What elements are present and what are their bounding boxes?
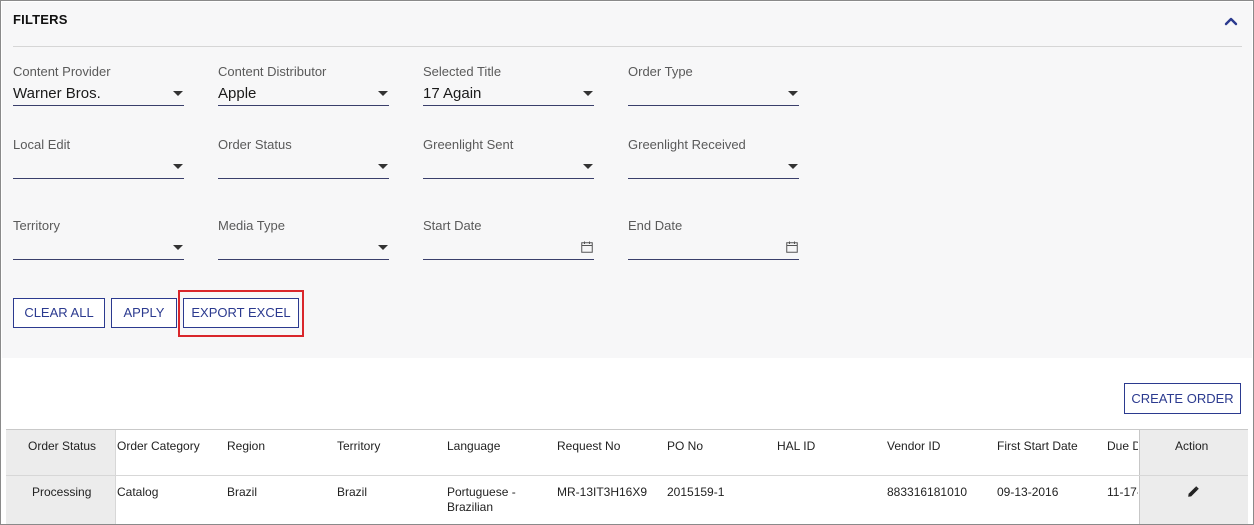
start-date-field: Start Date [423, 218, 594, 266]
dropdown-arrow-icon [583, 91, 593, 96]
header-language[interactable]: Language [447, 439, 500, 453]
dropdown-arrow-icon [173, 245, 183, 250]
calendar-icon[interactable] [581, 241, 593, 253]
collapse-filters-button[interactable] [1222, 12, 1240, 30]
header-region[interactable]: Region [227, 439, 265, 453]
greenlight-received-label: Greenlight Received [628, 137, 746, 152]
content-distributor-label: Content Distributor [218, 64, 327, 79]
territory-field: Territory [13, 218, 184, 266]
header-request-no[interactable]: Request No [557, 439, 620, 453]
order-status-field: Order Status [218, 137, 389, 185]
selected-title-value: 17 Again [423, 85, 482, 102]
greenlight-received-select[interactable] [628, 155, 799, 179]
local-edit-label: Local Edit [13, 137, 71, 152]
dropdown-arrow-icon [173, 91, 183, 96]
cell-request-no: MR-13IT3H16X9 [557, 485, 648, 499]
media-type-label: Media Type [218, 218, 285, 233]
dropdown-arrow-icon [378, 164, 388, 169]
dropdown-arrow-icon [788, 91, 798, 96]
order-type-select[interactable] [628, 82, 799, 106]
header-order-status[interactable]: Order Status [28, 439, 96, 453]
greenlight-sent-label: Greenlight Sent [423, 137, 514, 152]
dropdown-arrow-icon [788, 164, 798, 169]
apply-button[interactable]: APPLY [111, 298, 177, 328]
cell-po-no: 2015159-1 [667, 485, 725, 499]
selected-title-field: Selected Title 17 Again [423, 64, 594, 112]
local-edit-field: Local Edit [13, 137, 184, 185]
cell-order-category: Catalog [117, 485, 159, 499]
create-order-button[interactable]: CREATE ORDER [1124, 383, 1241, 414]
dropdown-arrow-icon [583, 164, 593, 169]
cell-region: Brazil [227, 485, 258, 499]
header-territory[interactable]: Territory [337, 439, 380, 453]
content-distributor-field: Content Distributor Apple [218, 64, 389, 112]
cell-vendor-id: 883316181010 [887, 485, 968, 499]
header-po-no[interactable]: PO No [667, 439, 703, 453]
end-date-input[interactable] [628, 236, 799, 260]
cell-due-date: 11-17- [1107, 485, 1138, 499]
header-order-category[interactable]: Order Category [117, 439, 200, 453]
export-excel-highlight [178, 290, 304, 337]
content-distributor-value: Apple [218, 85, 257, 102]
media-type-select[interactable] [218, 236, 389, 260]
selected-title-select[interactable]: 17 Again [423, 82, 594, 106]
header-due-date[interactable]: Due D [1107, 439, 1138, 453]
cell-order-status: Processing [32, 485, 92, 499]
filters-divider [13, 46, 1242, 47]
content-provider-select[interactable]: Warner Bros. [13, 82, 184, 106]
end-date-field: End Date [628, 218, 799, 266]
table-header: Order Status Order Category Region Terri… [6, 430, 1248, 476]
calendar-icon[interactable] [786, 241, 798, 253]
filters-title: FILTERS [13, 12, 68, 27]
header-action: Action [1175, 439, 1209, 453]
header-first-start-date[interactable]: First Start Date [997, 439, 1078, 453]
selected-title-label: Selected Title [423, 64, 502, 79]
pencil-icon[interactable] [1187, 486, 1199, 498]
order-status-label: Order Status [218, 137, 292, 152]
dropdown-arrow-icon [378, 91, 388, 96]
order-status-select[interactable] [218, 155, 389, 179]
start-date-input[interactable] [423, 236, 594, 260]
cell-first-start-date: 09-13-2016 [997, 485, 1059, 499]
content-provider-label: Content Provider [13, 64, 111, 79]
start-date-label: Start Date [423, 218, 482, 233]
media-type-field: Media Type [218, 218, 389, 266]
end-date-label: End Date [628, 218, 683, 233]
content-provider-field: Content Provider Warner Bros. [13, 64, 184, 112]
cell-language-line2: Brazilian [447, 500, 494, 514]
greenlight-received-field: Greenlight Received [628, 137, 799, 185]
territory-label: Territory [13, 218, 60, 233]
dropdown-arrow-icon [173, 164, 183, 169]
header-hal-id[interactable]: HAL ID [777, 439, 815, 453]
greenlight-sent-field: Greenlight Sent [423, 137, 594, 185]
content-distributor-select[interactable]: Apple [218, 82, 389, 106]
dropdown-arrow-icon [378, 245, 388, 250]
clear-all-button[interactable]: CLEAR ALL [13, 298, 105, 328]
local-edit-select[interactable] [13, 155, 184, 179]
cell-territory: Brazil [337, 485, 368, 499]
cell-language-line1: Portuguese - [447, 485, 516, 499]
greenlight-sent-select[interactable] [423, 155, 594, 179]
order-type-field: Order Type [628, 64, 799, 112]
order-type-label: Order Type [628, 64, 693, 79]
territory-select[interactable] [13, 236, 184, 260]
chevron-up-icon [1224, 17, 1238, 26]
content-provider-value: Warner Bros. [13, 85, 101, 102]
orders-page: FILTERS Content Provider Warner Bros. Co… [0, 0, 1254, 525]
header-vendor-id[interactable]: Vendor ID [887, 439, 940, 453]
orders-table: Order Status Order Category Region Terri… [6, 429, 1248, 524]
